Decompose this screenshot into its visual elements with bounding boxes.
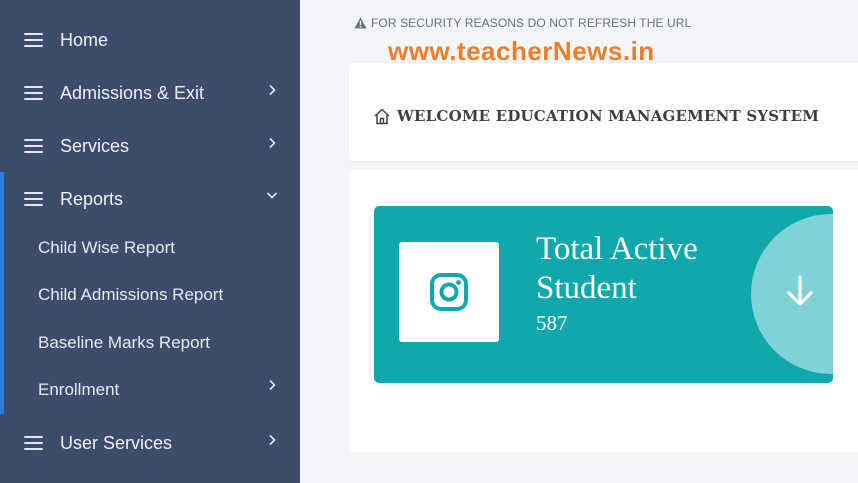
sidebar-item-label: User Services — [60, 432, 173, 453]
home-icon — [374, 108, 390, 124]
menu-icon — [24, 33, 43, 47]
welcome-card: WELCOME EDUCATION MANAGEMENT SYSTEM — [349, 63, 858, 161]
chevron-right-icon — [266, 434, 278, 446]
total-active-student-card[interactable]: Total Active Student 587 — [374, 206, 833, 383]
menu-icon — [24, 86, 43, 100]
sidebar-item-user-services[interactable]: User Services — [0, 421, 300, 465]
sidebar-subitem-label: Child Admissions Report — [38, 285, 224, 304]
menu-icon — [24, 436, 43, 450]
sidebar-item-label: Reports — [60, 188, 124, 209]
security-notice: FOR SECURITY REASONS DO NOT REFRESH THE … — [354, 16, 691, 30]
sidebar-item-admissions-exit[interactable]: Admissions & Exit — [0, 71, 300, 115]
chevron-right-icon — [266, 379, 278, 391]
stat-icon-box — [399, 242, 499, 342]
sidebar-subitem-baseline-marks-report[interactable]: Baseline Marks Report — [0, 323, 300, 363]
sidebar-item-label: Services — [60, 135, 130, 156]
stat-value: 587 — [536, 311, 568, 335]
sidebar-subitem-child-wise-report[interactable]: Child Wise Report — [0, 228, 300, 268]
stat-title: Total Active Student — [536, 231, 698, 306]
menu-icon — [24, 192, 43, 206]
arrow-down-icon[interactable] — [785, 274, 815, 308]
chevron-down-icon — [266, 189, 278, 201]
sidebar-item-reports[interactable]: Reports — [0, 177, 300, 221]
sidebar-item-services[interactable]: Services — [0, 124, 300, 168]
instagram-icon — [430, 273, 468, 311]
chevron-right-icon — [266, 84, 278, 96]
chevron-right-icon — [266, 137, 278, 149]
menu-icon — [24, 139, 43, 153]
sidebar-item-home[interactable]: Home — [0, 18, 300, 62]
welcome-title: WELCOME EDUCATION MANAGEMENT SYSTEM — [397, 107, 820, 125]
sidebar-subitem-label: Child Wise Report — [38, 238, 175, 257]
sidebar-subitem-enrollment[interactable]: Enrollment — [0, 370, 300, 410]
security-notice-text: FOR SECURITY REASONS DO NOT REFRESH THE … — [371, 16, 692, 30]
sidebar-item-label: Home — [60, 29, 109, 50]
sidebar-subitem-label: Baseline Marks Report — [38, 333, 210, 352]
warning-icon — [354, 17, 367, 29]
sidebar-item-label: Admissions & Exit — [60, 82, 205, 103]
sidebar-subitem-child-admissions-report[interactable]: Child Admissions Report — [0, 275, 300, 315]
sidebar: Home Admissions & Exit Services Reports … — [0, 0, 300, 483]
sidebar-subitem-label: Enrollment — [38, 380, 120, 399]
